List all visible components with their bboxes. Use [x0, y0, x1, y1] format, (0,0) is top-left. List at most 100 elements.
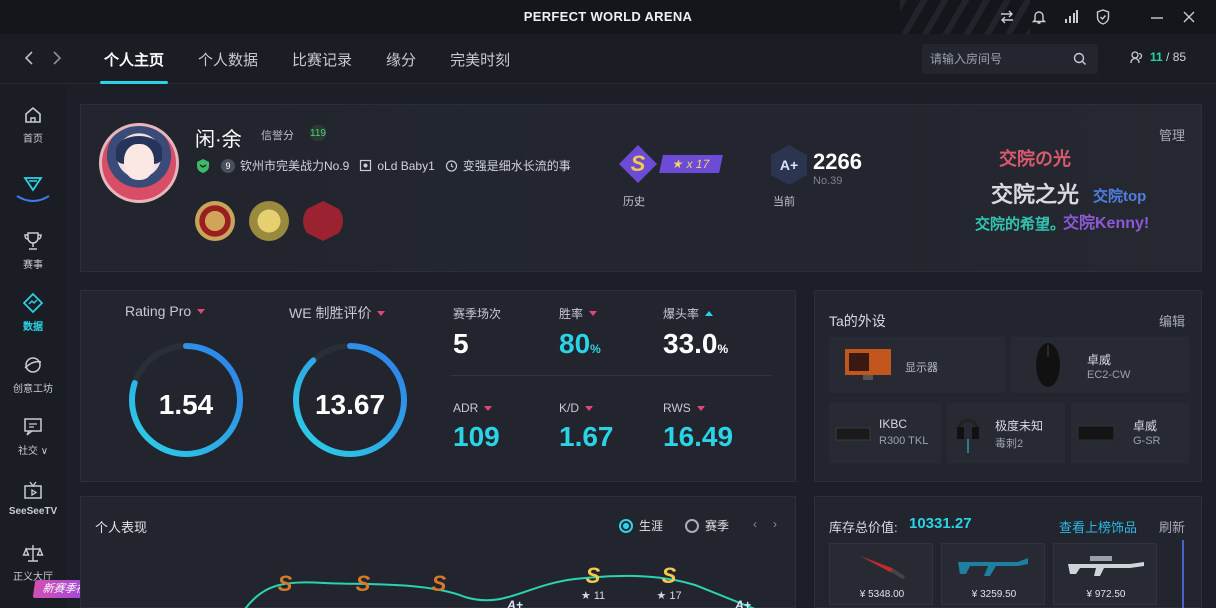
next-page-button[interactable]: › — [773, 517, 777, 531]
sidebar-item-events[interactable]: 赛事 — [0, 230, 66, 271]
win-rate-label: 胜率 — [559, 307, 584, 321]
headshot-stat[interactable]: 爆头率 33.0% — [663, 305, 728, 360]
rating-pro-label: Rating Pro — [125, 303, 192, 319]
rating-pro-block[interactable]: Rating Pro 1.54 — [125, 303, 275, 457]
credit-label: 信誉分 — [261, 130, 294, 142]
we-rating-value: 13.67 — [314, 389, 386, 420]
performance-point[interactable]: S — [432, 571, 447, 596]
sidebar-item-home[interactable]: 首页 — [0, 104, 66, 145]
gear-item-mousepad[interactable]: 卓威 G-SR — [1071, 403, 1189, 463]
gear-item-mouse[interactable]: 卓威 EC2-CW — [1011, 337, 1189, 393]
win-rate-stat[interactable]: 胜率 80% — [559, 305, 601, 360]
inventory-card: 库存总价值: 10331.27 查看上榜饰品 刷新 ¥ 5348.00 ¥ 32… — [814, 496, 1202, 608]
manage-button[interactable]: 管理 — [1159, 125, 1185, 144]
tv-icon — [24, 481, 42, 499]
gear-item-keyboard[interactable]: IKBC R300 TKL — [829, 403, 941, 463]
career-option[interactable]: 生涯 — [619, 517, 663, 534]
counter-current: 11 — [1150, 50, 1163, 64]
faze-badge[interactable] — [303, 201, 343, 241]
rifle-icon — [958, 558, 1028, 576]
signature-line: 交院top — [1093, 188, 1147, 205]
we-rating-label: WE 制胜评价 — [289, 305, 372, 321]
prev-page-button[interactable]: ‹ — [753, 517, 757, 531]
avatar[interactable] — [99, 123, 179, 203]
rws-stat[interactable]: RWS 16.49 — [663, 401, 733, 453]
medal-badge[interactable] — [249, 201, 289, 241]
inventory-item[interactable]: ¥ 5348.00 — [829, 543, 933, 605]
tab-fate[interactable]: 缘分 — [386, 34, 416, 84]
rank-history[interactable]: S ★ x 17 历史 — [619, 145, 729, 209]
rank-score: 2266 — [813, 149, 862, 174]
history-nav — [22, 48, 64, 68]
gear-item-headset[interactable]: 极度未知 毒刺2 — [947, 403, 1065, 463]
performance-point[interactable]: S — [278, 571, 293, 596]
close-icon[interactable] — [1180, 8, 1198, 26]
trend-down-icon — [589, 311, 598, 316]
sidebar-item-workshop[interactable]: 创意工坊 — [0, 354, 66, 395]
forward-arrow-icon[interactable] — [50, 48, 64, 68]
sidebar-item-label: SeeSeeTV — [8, 506, 58, 517]
performance-chart: S S S A+ S ★ 11 S ★ 17 A+ — [244, 563, 756, 608]
dropdown-icon — [377, 310, 386, 316]
room-search-input[interactable] — [930, 50, 1070, 68]
we-rating-block[interactable]: WE 制胜评价 13.67 — [289, 303, 439, 457]
level-badge: 9 — [221, 158, 235, 173]
kd-stat[interactable]: K/D 1.67 — [559, 401, 614, 453]
performance-point[interactable]: S — [356, 571, 371, 596]
inventory-item[interactable]: ¥ 972.50 — [1053, 543, 1157, 605]
season-option[interactable]: 赛季 — [685, 517, 729, 534]
online-counter[interactable]: 11 / 85 — [1130, 50, 1186, 64]
back-arrow-icon[interactable] — [22, 48, 36, 68]
shield-icon[interactable] — [1094, 8, 1112, 26]
sidebar-item-logo[interactable] — [0, 172, 66, 204]
headset-icon — [957, 418, 979, 453]
left-sidebar: 首页 赛事 数据 创意工坊 社交 ∨ SeeSeeTV 正义大厅 — [0, 84, 66, 608]
performance-card: 个人表现 生涯 赛季 ‹ › S S S A+ S ★ 11 S ★ 17 A+ — [80, 496, 796, 608]
sidebar-item-data[interactable]: 数据 — [0, 292, 66, 333]
tab-perfect-moments[interactable]: 完美时刻 — [450, 34, 510, 84]
gear-item-monitor[interactable]: 显示器 — [829, 337, 1005, 393]
scales-icon — [22, 545, 44, 562]
sidebar-item-seeseetv[interactable]: SeeSeeTV — [0, 480, 66, 517]
adr-stat[interactable]: ADR 109 — [453, 401, 500, 453]
swap-icon[interactable] — [998, 8, 1016, 26]
credit-score-badge: 119 — [305, 123, 331, 143]
sniper-icon — [1068, 556, 1144, 576]
matches-value: 5 — [453, 328, 469, 359]
medal-badge[interactable] — [195, 201, 235, 241]
team-info[interactable]: 9 钦州市完美战力No.9 — [221, 157, 349, 174]
tab-personal-data[interactable]: 个人数据 — [198, 34, 258, 84]
sidebar-item-social[interactable]: 社交 ∨ — [0, 416, 66, 457]
rating-pro-value: 1.54 — [158, 389, 214, 420]
counter-total: 85 — [1172, 50, 1187, 64]
edit-gear-button[interactable]: 编辑 — [1159, 311, 1185, 330]
tab-profile-home[interactable]: 个人主页 — [99, 34, 169, 84]
monitor-icon — [845, 349, 891, 380]
friends-icon — [1130, 51, 1143, 64]
rank-badge-label: S — [356, 571, 371, 596]
social-icon — [24, 418, 42, 436]
rws-label: RWS — [663, 401, 691, 415]
performance-point[interactable]: S ★ 17 — [656, 563, 681, 602]
career-label: 生涯 — [639, 519, 664, 533]
keyboard-icon — [835, 427, 871, 441]
green-shield-icon — [197, 158, 209, 173]
refresh-button[interactable]: 刷新 — [1159, 517, 1185, 536]
sidebar-item-justice-hall[interactable]: 正义大厅 — [0, 542, 66, 583]
inventory-scrollbar[interactable] — [1182, 540, 1184, 608]
clan-info[interactable]: oLd Baby1 — [359, 159, 435, 173]
search-icon[interactable] — [1072, 51, 1088, 67]
rank-badge-label: S — [278, 571, 293, 596]
rank-current[interactable]: A+ 2266 No.39 当前 — [771, 145, 891, 209]
inventory-item[interactable]: ¥ 3259.50 — [941, 543, 1045, 605]
window-controls — [998, 8, 1198, 26]
performance-point[interactable]: A+ — [734, 598, 751, 608]
performance-point[interactable]: A+ — [506, 598, 523, 608]
bell-icon[interactable] — [1030, 8, 1048, 26]
minimize-icon[interactable] — [1148, 8, 1166, 26]
performance-point[interactable]: S ★ 11 — [581, 563, 605, 602]
view-top-items-link[interactable]: 查看上榜饰品 — [1059, 517, 1137, 536]
signal-icon[interactable] — [1062, 8, 1080, 26]
matches-stat: 赛季场次 5 — [453, 305, 501, 360]
tab-match-history[interactable]: 比赛记录 — [292, 34, 352, 84]
